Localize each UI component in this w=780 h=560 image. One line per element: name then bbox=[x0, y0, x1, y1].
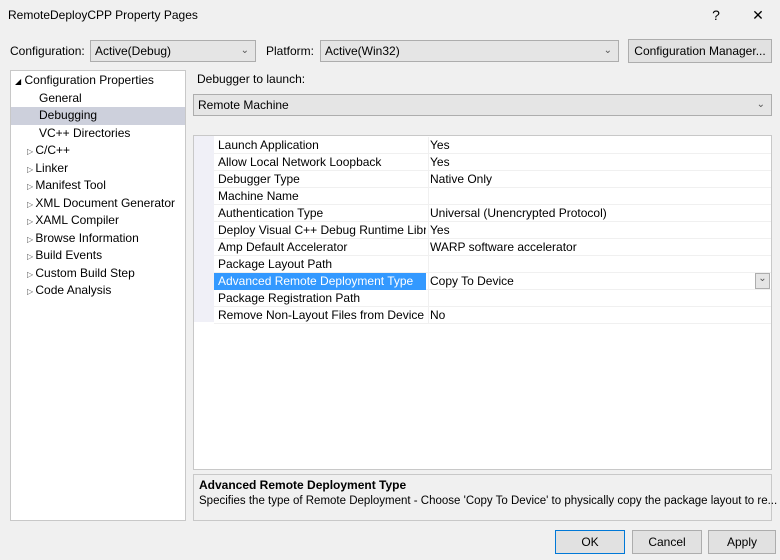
property-tree[interactable]: ◢ Configuration Properties General Debugg… bbox=[10, 70, 186, 521]
property-row[interactable]: Authentication Type Universal (Unencrypte… bbox=[214, 205, 771, 222]
tree-item-label: Code Analysis bbox=[35, 283, 112, 297]
property-value[interactable]: Yes bbox=[428, 222, 450, 239]
window-title: RemoteDeployCPP Property Pages bbox=[8, 8, 198, 22]
platform-value: Active(Win32) bbox=[325, 44, 400, 58]
property-row[interactable]: Debugger Type Native Only bbox=[214, 171, 771, 188]
configuration-dropdown[interactable]: Active(Debug) ⌄ bbox=[90, 40, 256, 62]
tree-item-label: Debugging bbox=[39, 108, 98, 122]
property-name: Debugger Type bbox=[218, 172, 300, 186]
property-name: Amp Default Accelerator bbox=[218, 240, 348, 254]
property-name: Authentication Type bbox=[218, 206, 324, 220]
property-row[interactable]: Package Registration Path bbox=[214, 290, 771, 307]
debugger-value: Remote Machine bbox=[198, 98, 289, 112]
debugger-label: Debugger to launch: bbox=[197, 72, 306, 86]
property-value[interactable]: Universal (Unencrypted Protocol) bbox=[428, 205, 607, 222]
property-grid[interactable]: Launch Application Yes Allow Local Network… bbox=[193, 135, 772, 470]
platform-dropdown[interactable]: Active(Win32) ⌄ bbox=[320, 40, 619, 62]
chevron-down-icon: ⌄ bbox=[240, 45, 249, 56]
tree-item-label: Custom Build Step bbox=[35, 265, 135, 280]
tree-item-label: VC++ Directories bbox=[39, 125, 131, 140]
property-row[interactable]: Advanced Remote Deployment Type Copy To D… bbox=[214, 273, 771, 290]
tree-item-label: Manifest Tool bbox=[35, 178, 106, 192]
tree-item[interactable]: General bbox=[11, 90, 185, 108]
debugger-dropdown[interactable]: Remote Machine ⌄ bbox=[193, 94, 772, 116]
tree-item-configuration-properties[interactable]: ◢ Configuration Properties bbox=[11, 72, 185, 90]
tree-item-label: C/C++ bbox=[35, 143, 71, 157]
property-row[interactable]: Deploy Visual C++ Debug Runtime Librarie… bbox=[214, 222, 771, 239]
property-name: Launch Application bbox=[218, 138, 319, 152]
chevron-down-icon: ⌄ bbox=[756, 99, 765, 110]
platform-label: Platform: bbox=[266, 44, 315, 58]
tree-item-label: XML Document Generator bbox=[35, 195, 175, 210]
tree-item-label: General bbox=[39, 90, 82, 105]
property-name: Package Layout Path bbox=[218, 257, 333, 271]
tree-item[interactable]: ▷ Build Events bbox=[11, 247, 185, 265]
cancel-button[interactable]: Cancel bbox=[632, 530, 702, 554]
property-value[interactable]: WARP software accelerator bbox=[428, 239, 577, 256]
description-title: Advanced Remote Deployment Type bbox=[199, 478, 407, 492]
property-row[interactable]: Package Layout Path bbox=[214, 256, 771, 273]
property-row[interactable]: Remove Non-Layout Files from Device No bbox=[214, 307, 771, 324]
tree-item[interactable]: VC++ Directories bbox=[11, 125, 185, 143]
configuration-label: Configuration: bbox=[10, 44, 85, 58]
close-button[interactable]: ✕ bbox=[746, 4, 770, 26]
property-row[interactable]: Amp Default Accelerator WARP software acc… bbox=[214, 239, 771, 256]
tree-item[interactable]: ▷ Code Analysis bbox=[11, 282, 185, 300]
tree-item[interactable]: ▷ Browse Information bbox=[11, 230, 185, 248]
tree-item-label: XAML Compiler bbox=[35, 213, 119, 227]
property-value[interactable]: No bbox=[428, 307, 445, 324]
tree-item[interactable]: ▷ Custom Build Step bbox=[11, 265, 185, 283]
tree-item-label: Browse Information bbox=[35, 230, 139, 245]
configuration-manager-button[interactable]: Configuration Manager... bbox=[628, 39, 772, 63]
property-value[interactable]: Yes bbox=[428, 154, 450, 171]
property-name: Machine Name bbox=[218, 189, 299, 203]
property-row[interactable]: Machine Name bbox=[214, 188, 771, 205]
chevron-down-icon[interactable]: ⌄ bbox=[755, 273, 770, 289]
property-value[interactable]: Native Only bbox=[428, 171, 492, 188]
tree-item[interactable]: ▷ XML Document Generator bbox=[11, 195, 185, 213]
property-value[interactable]: Copy To Device bbox=[428, 273, 514, 290]
property-name: Advanced Remote Deployment Type bbox=[214, 273, 426, 290]
property-name: Remove Non-Layout Files from Device bbox=[218, 308, 425, 322]
expanded-triangle-icon: ◢ bbox=[15, 77, 22, 86]
ok-button[interactable]: OK bbox=[555, 530, 625, 554]
configuration-value: Active(Debug) bbox=[95, 44, 172, 58]
help-button[interactable]: ? bbox=[704, 4, 728, 26]
description-panel: Advanced Remote Deployment Type Specifie… bbox=[193, 474, 778, 521]
property-row[interactable]: Launch Application Yes bbox=[214, 137, 771, 154]
chevron-down-icon: ⌄ bbox=[603, 45, 612, 56]
tree-item[interactable]: ▷ C/C++ bbox=[11, 142, 185, 160]
tree-item-label: Build Events bbox=[35, 248, 103, 262]
property-value[interactable] bbox=[428, 188, 430, 205]
property-value[interactable]: Yes bbox=[428, 137, 450, 154]
property-value[interactable] bbox=[428, 256, 430, 273]
property-name: Deploy Visual C++ Debug Runtime Librarie… bbox=[218, 223, 426, 237]
apply-button[interactable]: Apply bbox=[708, 530, 776, 554]
description-text: Specifies the type of Remote Deployment … bbox=[199, 495, 778, 507]
tree-item[interactable]: ▷ Linker bbox=[11, 160, 185, 178]
tree-item[interactable]: ▷ Manifest Tool bbox=[11, 177, 185, 195]
grid-gutter bbox=[194, 136, 214, 322]
tree-item[interactable]: ▷ XAML Compiler bbox=[11, 212, 185, 230]
tree-item[interactable]: Debugging bbox=[11, 107, 185, 125]
property-value[interactable] bbox=[428, 290, 430, 307]
property-name: Package Registration Path bbox=[218, 291, 361, 305]
tree-item-label: Linker bbox=[35, 160, 69, 175]
property-name: Allow Local Network Loopback bbox=[218, 155, 382, 169]
property-row[interactable]: Allow Local Network Loopback Yes bbox=[214, 154, 771, 171]
